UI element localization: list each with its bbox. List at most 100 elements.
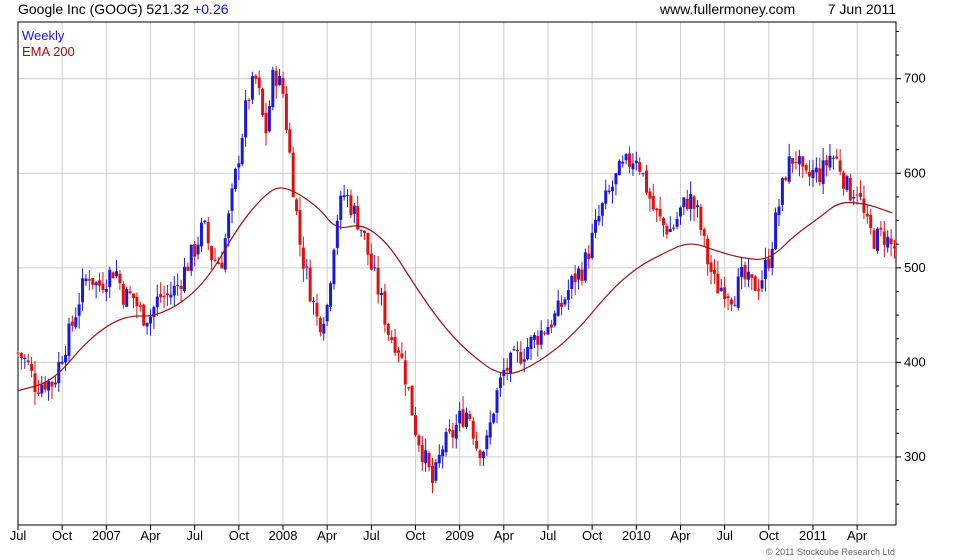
candle-body-131 <box>461 409 465 427</box>
candle-body-133 <box>468 414 472 419</box>
candle-body-28 <box>111 272 115 279</box>
candle-body-228 <box>791 157 795 164</box>
x-tick-label-18: 2011 <box>799 528 827 543</box>
candle-body-122 <box>430 465 434 483</box>
candle-body-161 <box>563 299 567 305</box>
y-tick-label-300: 300 <box>904 449 926 464</box>
candle-body-257 <box>889 238 893 245</box>
candle-body-64 <box>233 168 237 189</box>
candle-body-194 <box>675 218 679 227</box>
x-tick-label-14: 2010 <box>622 528 651 543</box>
candle-body-224 <box>777 206 781 216</box>
candle-body-148 <box>519 351 523 364</box>
candle-body-198 <box>689 194 693 210</box>
candle-body-2 <box>23 357 27 359</box>
candle-body-236 <box>818 168 822 183</box>
candles <box>16 66 897 494</box>
candle-body-255 <box>882 231 886 245</box>
candle-body-72 <box>261 88 265 116</box>
candle-body-165 <box>577 268 581 280</box>
candle-body-24 <box>98 280 102 286</box>
candle-body-242 <box>838 160 842 172</box>
candle-body-22 <box>91 278 95 285</box>
candle-body-78 <box>281 78 285 94</box>
candle-body-66 <box>240 138 244 165</box>
candle-body-160 <box>560 302 564 307</box>
candle-body-73 <box>264 112 268 134</box>
candle-body-6 <box>36 392 40 394</box>
candle-body-186 <box>648 191 652 199</box>
candle-body-150 <box>526 347 530 360</box>
candle-body-128 <box>451 430 455 438</box>
candle-body-91 <box>325 304 329 322</box>
candle-body-69 <box>250 76 254 100</box>
candle-body-218 <box>757 289 761 291</box>
candle-body-80 <box>288 129 292 153</box>
candle-body-35 <box>135 296 139 307</box>
candle-body-0 <box>16 352 20 354</box>
candle-body-9 <box>47 381 51 391</box>
x-tick-label-11: Apr <box>494 528 515 543</box>
candle-body-114 <box>403 360 407 385</box>
candle-body-71 <box>257 77 261 89</box>
candle-body-170 <box>594 219 598 233</box>
candle-body-190 <box>661 218 665 226</box>
candle-body-105 <box>373 267 377 269</box>
candle-body-117 <box>413 415 417 436</box>
y-tick-label-400: 400 <box>904 354 926 369</box>
candle-body-144 <box>505 367 509 371</box>
candle-body-96 <box>342 195 346 198</box>
candle-body-213 <box>740 266 744 278</box>
candle-body-149 <box>522 359 526 362</box>
candle-body-32 <box>125 289 129 307</box>
candle-body-16 <box>70 321 74 326</box>
candle-body-244 <box>845 176 849 190</box>
candle-body-93 <box>332 249 336 285</box>
candle-body-112 <box>396 350 400 353</box>
candle-body-39 <box>148 316 152 324</box>
candle-body-216 <box>750 274 754 278</box>
candle-body-166 <box>580 269 584 281</box>
legend-ema-200: EMA 200 <box>22 44 75 59</box>
candle-body-123 <box>434 462 438 481</box>
candle-body-173 <box>604 190 608 204</box>
candle-body-90 <box>322 323 326 334</box>
candle-body-231 <box>801 156 805 167</box>
candle-body-239 <box>828 155 832 168</box>
candle-body-219 <box>760 280 764 289</box>
candle-body-245 <box>848 177 852 201</box>
candle-body-211 <box>733 305 737 307</box>
candle-body-222 <box>770 248 774 268</box>
candle-body-209 <box>726 296 730 299</box>
x-tick-label-7: Apr <box>317 528 338 543</box>
candle-body-50 <box>186 266 190 271</box>
candle-body-241 <box>835 156 839 159</box>
candle-body-116 <box>410 385 414 416</box>
candle-body-187 <box>651 195 655 210</box>
candle-body-174 <box>607 190 611 192</box>
candle-body-176 <box>614 173 618 185</box>
candle-body-101 <box>359 229 363 231</box>
candle-body-61 <box>223 238 227 270</box>
candle-body-205 <box>712 269 716 274</box>
candle-body-203 <box>706 238 710 265</box>
candle-body-193 <box>672 227 676 229</box>
candle-body-142 <box>498 377 502 389</box>
candle-body-217 <box>753 276 757 291</box>
candle-body-107 <box>380 292 384 296</box>
candle-body-164 <box>573 273 577 283</box>
candle-body-119 <box>420 445 424 462</box>
candle-body-220 <box>763 259 767 279</box>
candle-body-250 <box>865 213 869 217</box>
candle-body-155 <box>543 332 547 334</box>
stock-chart: 300 400 500 600 700 Jul Oct 2007 Apr Jul Oct 2008 A… <box>10 21 926 557</box>
candle-body-192 <box>668 228 672 232</box>
candle-body-77 <box>278 76 282 86</box>
candle-body-63 <box>230 188 234 211</box>
x-tick-label-4: Jul <box>186 528 203 543</box>
candle-body-120 <box>424 450 428 464</box>
candle-body-191 <box>665 225 669 235</box>
candle-body-124 <box>437 454 441 464</box>
candle-body-253 <box>876 228 880 251</box>
candle-body-202 <box>702 229 706 236</box>
